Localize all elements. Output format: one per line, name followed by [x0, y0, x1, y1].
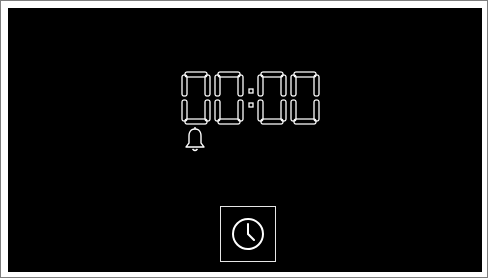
device-frame: 00:00: [0, 0, 488, 278]
digit-segment: [184, 71, 208, 78]
digit-segment: [214, 99, 221, 122]
digit-segment: [181, 99, 188, 122]
digit-segment: [280, 74, 287, 97]
time-digit: [290, 71, 320, 125]
digit-segment: [217, 118, 241, 125]
digit-segment: [257, 99, 264, 122]
digit-segment: [293, 71, 317, 78]
clock-icon: [232, 218, 264, 250]
digit-segment: [214, 74, 221, 97]
digit-segment: [313, 99, 320, 122]
digit-segment: [181, 74, 188, 97]
clock-button[interactable]: [220, 206, 276, 262]
display-panel: 00:00: [8, 8, 482, 272]
digit-segment: [260, 71, 284, 78]
digit-segment: [237, 74, 244, 97]
time-readout: 00:00: [179, 69, 325, 127]
digit-segment: [237, 99, 244, 122]
digit-segment: [184, 118, 208, 125]
digit-segment: [290, 74, 297, 97]
colon-dot: [248, 88, 254, 94]
digit-segment: [217, 71, 241, 78]
digit-segment: [290, 99, 297, 122]
seven-segment-time: [181, 71, 320, 125]
time-digit: [257, 71, 287, 125]
digit-segment: [313, 74, 320, 97]
digit-segment: [204, 99, 211, 122]
digit-segment: [280, 99, 287, 122]
colon-dot: [248, 102, 254, 108]
time-digit: [214, 71, 244, 125]
digit-segment: [260, 118, 284, 125]
digit-segment: [293, 118, 317, 125]
bell-icon: [182, 126, 208, 154]
digit-segment: [204, 74, 211, 97]
time-digit: [181, 71, 211, 125]
digit-segment: [257, 74, 264, 97]
